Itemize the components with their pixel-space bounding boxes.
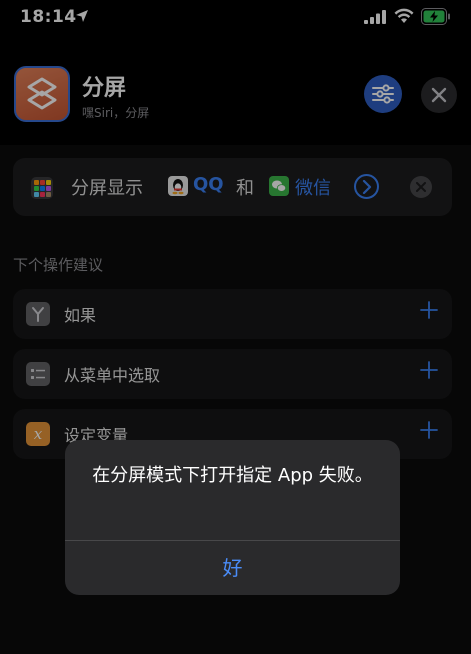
alert-ok-button[interactable]: 好 bbox=[65, 541, 400, 595]
alert-message: 在分屏模式下打开指定 App 失败。 bbox=[92, 465, 373, 486]
error-alert-dialog: 在分屏模式下打开指定 App 失败。 好 bbox=[65, 440, 400, 595]
